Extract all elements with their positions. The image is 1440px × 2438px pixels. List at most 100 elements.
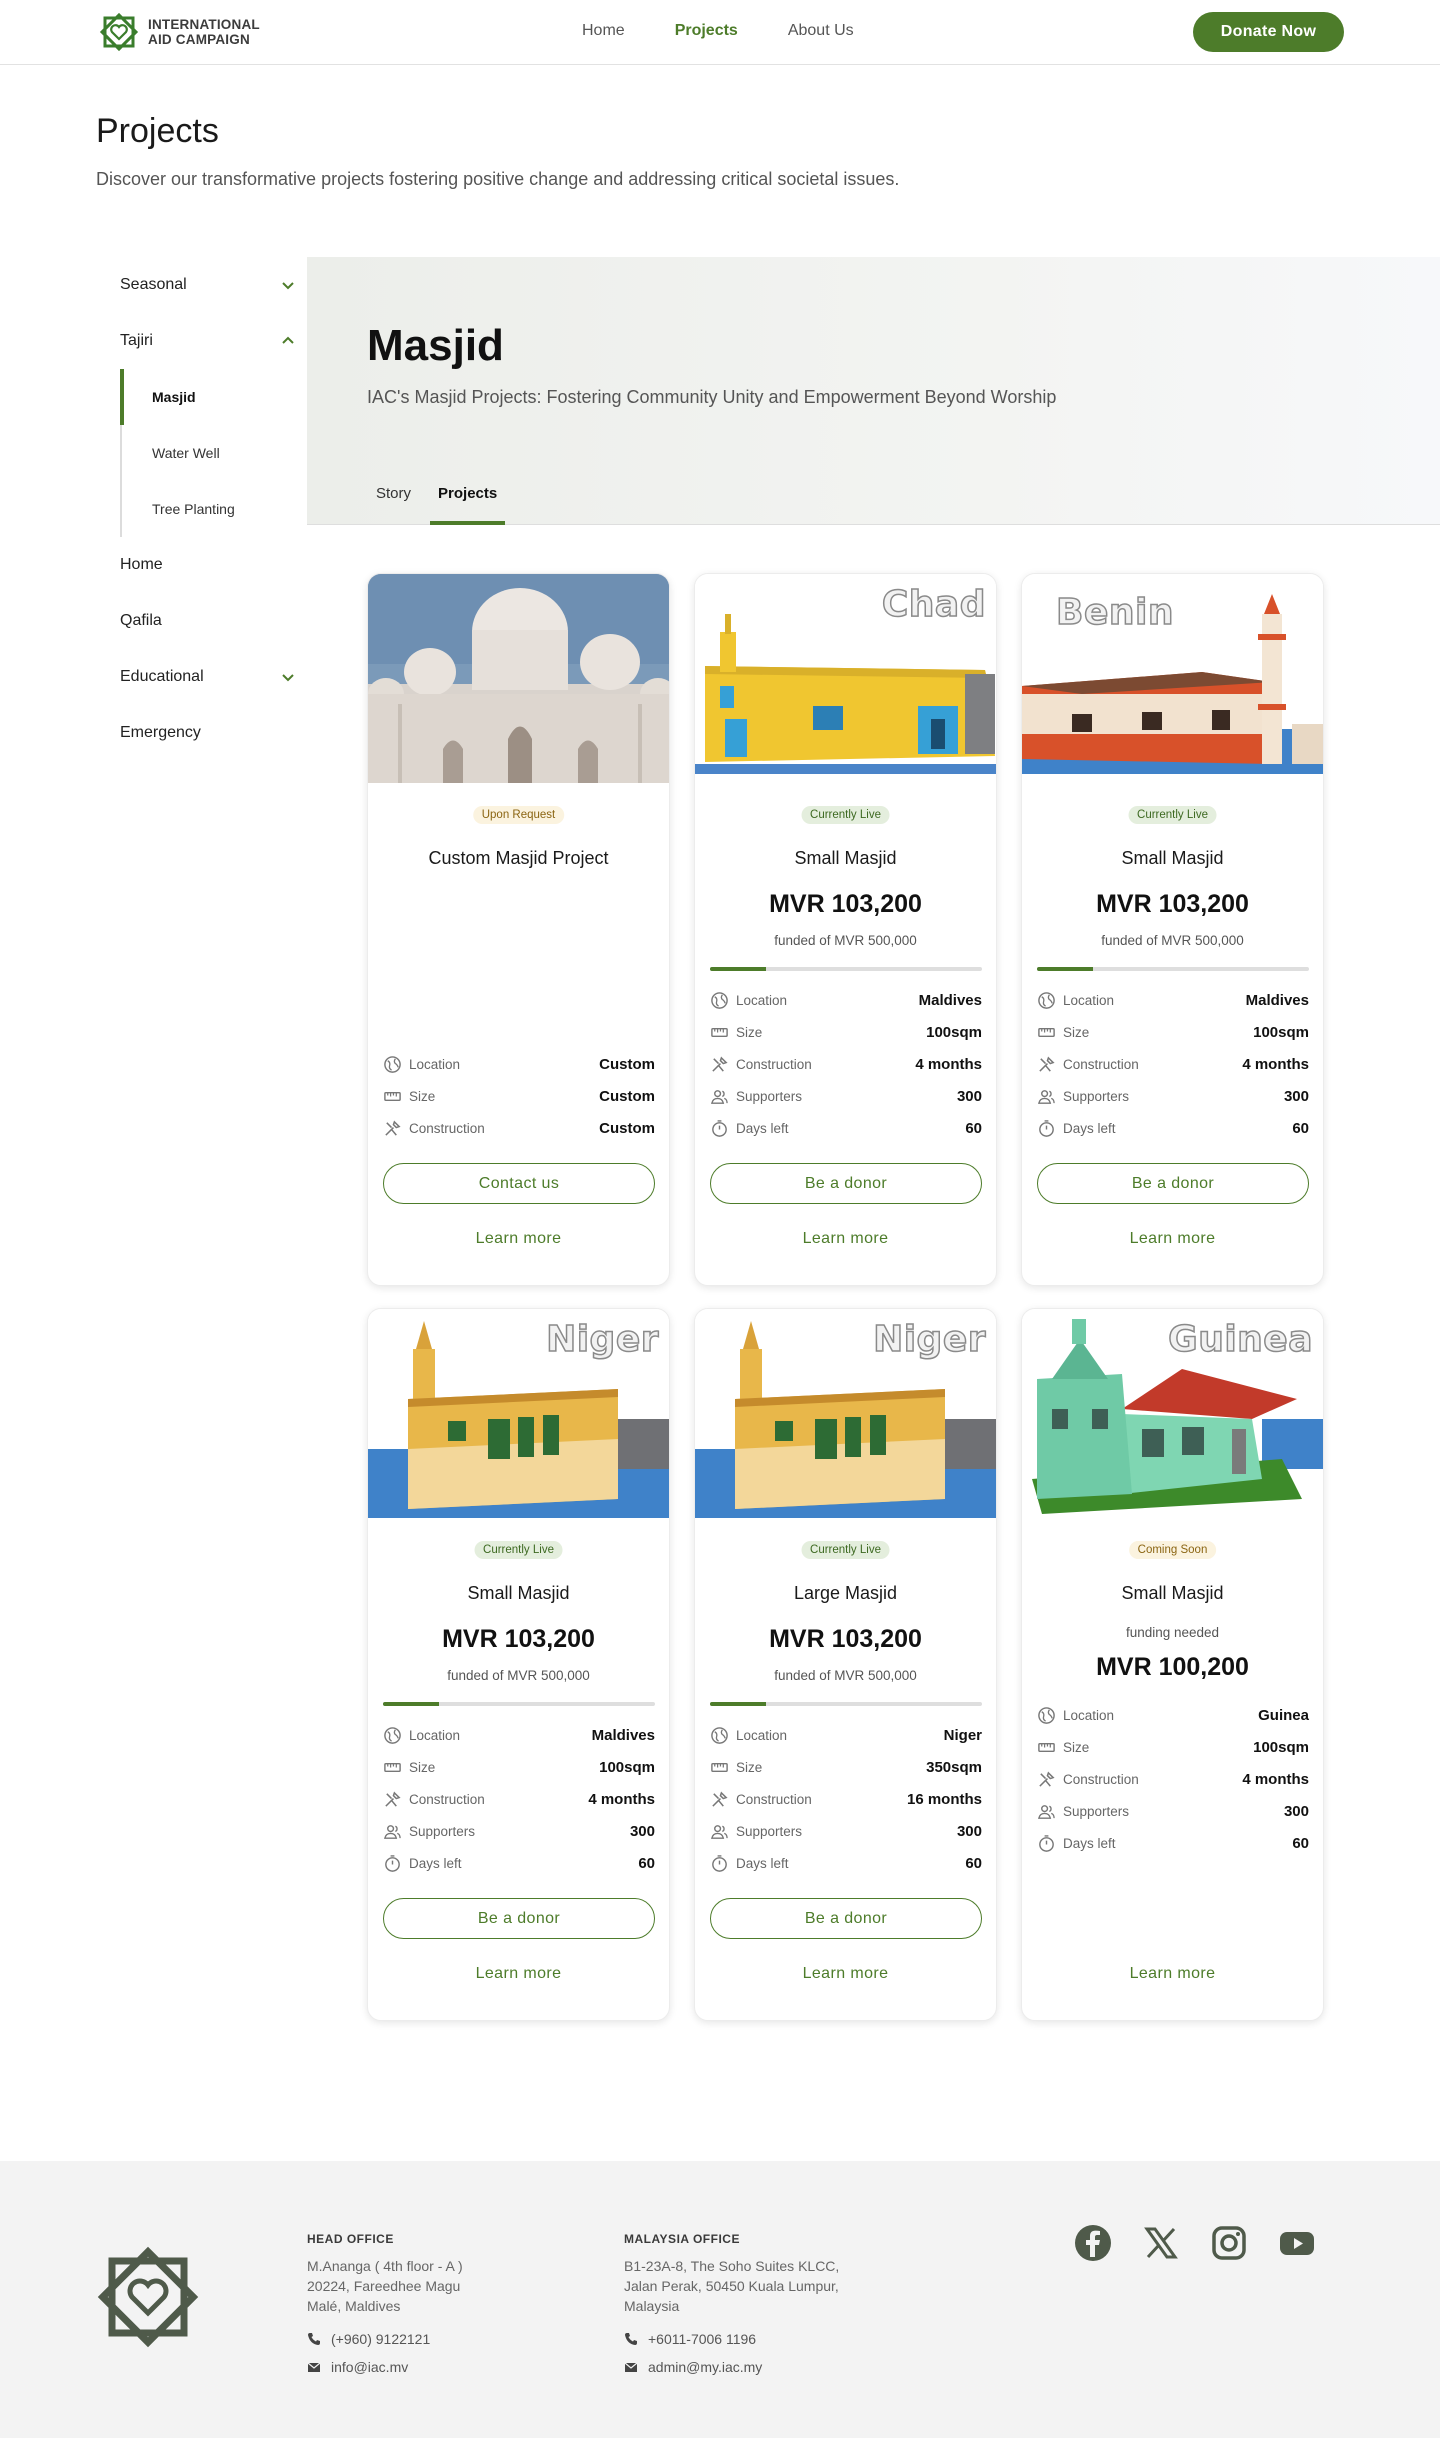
detail-label: Location bbox=[736, 992, 788, 1008]
project-title: Large Masjid bbox=[793, 1583, 898, 1603]
timer-icon bbox=[710, 1854, 729, 1873]
ruler-icon bbox=[383, 1758, 402, 1777]
funding-goal: funded of MVR 500,000 bbox=[1101, 933, 1244, 948]
location-value: Custom bbox=[599, 1055, 655, 1073]
logo-line2: AID CAMPAIGN bbox=[148, 32, 250, 47]
malaysia-office-phone[interactable]: +6011-7006 1196 bbox=[624, 2328, 884, 2350]
detail-label: Size bbox=[736, 1024, 763, 1040]
donate-now-button[interactable]: Donate Now bbox=[1193, 12, 1344, 52]
learn-more-link[interactable]: Learn more bbox=[695, 1965, 996, 1983]
country-label: Niger bbox=[545, 1318, 659, 1361]
mail-icon bbox=[307, 2362, 321, 2372]
be-a-donor-button[interactable]: Be a donor bbox=[710, 1163, 982, 1204]
x-icon[interactable] bbox=[1141, 2223, 1181, 2263]
chevron-down-icon bbox=[282, 282, 294, 290]
logo[interactable]: INTERNATIONAL AID CAMPAIGN bbox=[96, 9, 260, 55]
logo-line1: INTERNATIONAL bbox=[148, 17, 260, 32]
learn-more-link[interactable]: Learn more bbox=[1022, 1965, 1323, 1983]
sidebar-item-tajiri[interactable]: Tajiri bbox=[96, 313, 306, 369]
head-office-email[interactable]: info@iac.mv bbox=[307, 2356, 567, 2378]
funding-progress bbox=[383, 1702, 655, 1706]
funding-progress-fill bbox=[1037, 967, 1094, 971]
status-badge: Upon Request bbox=[472, 806, 565, 824]
sidebar-item-qafila[interactable]: Qafila bbox=[96, 593, 306, 649]
sidebar-subitem-water-well[interactable]: Water Well bbox=[122, 425, 306, 481]
learn-more-link[interactable]: Learn more bbox=[368, 1230, 669, 1248]
learn-more-link[interactable]: Learn more bbox=[368, 1965, 669, 1983]
globe-icon bbox=[383, 1055, 402, 1074]
funding-progress bbox=[710, 967, 982, 971]
be-a-donor-button[interactable]: Be a donor bbox=[710, 1898, 982, 1939]
page-title: Projects bbox=[96, 112, 219, 150]
project-card: Guinea Coming Soon Small Masjid funding … bbox=[1021, 1308, 1324, 2021]
sidebar-item-seasonal[interactable]: Seasonal bbox=[96, 257, 306, 313]
youtube-icon[interactable] bbox=[1277, 2223, 1317, 2263]
size-value: Custom bbox=[599, 1087, 655, 1105]
construction-value: 16 months bbox=[906, 1790, 982, 1808]
sidebar-item-educational[interactable]: Educational bbox=[96, 649, 306, 705]
country-label: Niger bbox=[872, 1318, 986, 1361]
instagram-icon[interactable] bbox=[1209, 2223, 1249, 2263]
project-title: Small Masjid bbox=[1121, 848, 1224, 868]
detail-label: Supporters bbox=[1063, 1088, 1130, 1104]
detail-label: Days left bbox=[736, 1855, 789, 1871]
project-image bbox=[368, 574, 669, 783]
location-value: Maldives bbox=[1245, 991, 1309, 1009]
tab-projects[interactable]: Projects bbox=[430, 477, 506, 525]
days-left-value: 60 bbox=[1292, 1834, 1309, 1852]
size-value: 100sqm bbox=[599, 1758, 655, 1776]
funding-goal: funded of MVR 500,000 bbox=[447, 1668, 590, 1683]
supporters-value: 300 bbox=[956, 1087, 982, 1105]
project-card: Upon Request Custom Masjid Project Locat… bbox=[367, 573, 670, 1286]
sidebar-subitem-masjid[interactable]: Masjid bbox=[120, 369, 306, 425]
sidebar-item-label: Seasonal bbox=[120, 276, 187, 293]
project-image: Niger bbox=[695, 1309, 996, 1518]
country-label: Benin bbox=[1055, 591, 1174, 634]
ruler-icon bbox=[1037, 1738, 1056, 1757]
head-office-phone[interactable]: (+960) 9122121 bbox=[307, 2328, 567, 2350]
globe-icon bbox=[1037, 1706, 1056, 1725]
funding-goal: funded of MVR 500,000 bbox=[774, 933, 917, 948]
sidebar-item-label: Tajiri bbox=[120, 332, 153, 349]
malaysia-office: MALAYSIA OFFICE B1-23A-8, The Soho Suite… bbox=[624, 2232, 884, 2378]
detail-label: Days left bbox=[1063, 1120, 1116, 1136]
site-header: INTERNATIONAL AID CAMPAIGN Home Projects… bbox=[0, 0, 1440, 65]
nav-projects[interactable]: Projects bbox=[675, 22, 738, 40]
construction-value: Custom bbox=[599, 1119, 655, 1137]
detail-label: Supporters bbox=[1063, 1803, 1130, 1819]
detail-label: Location bbox=[1063, 1707, 1115, 1723]
facebook-icon[interactable] bbox=[1073, 2223, 1113, 2263]
funded-amount: MVR 103,200 bbox=[1096, 890, 1249, 918]
sidebar-item-label: Qafila bbox=[120, 612, 162, 629]
phone-icon bbox=[308, 2333, 320, 2345]
address-line: Jalan Perak, 50450 Kuala Lumpur, bbox=[624, 2278, 839, 2294]
timer-icon bbox=[710, 1119, 729, 1138]
learn-more-link[interactable]: Learn more bbox=[695, 1230, 996, 1248]
sidebar-item-label: Educational bbox=[120, 668, 204, 685]
sidebar-item-emergency[interactable]: Emergency bbox=[96, 705, 306, 761]
tab-story[interactable]: Story bbox=[367, 477, 420, 525]
globe-icon bbox=[710, 1726, 729, 1745]
sidebar-item-home[interactable]: Home bbox=[96, 537, 306, 593]
location-value: Maldives bbox=[591, 1726, 655, 1744]
funding-progress-fill bbox=[710, 967, 767, 971]
detail-label: Size bbox=[409, 1759, 436, 1775]
construction-value: 4 months bbox=[1242, 1055, 1309, 1073]
malaysia-office-email[interactable]: admin@my.iac.my bbox=[624, 2356, 884, 2378]
sidebar-subitem-tree-planting[interactable]: Tree Planting bbox=[122, 481, 306, 537]
nav-about-us[interactable]: About Us bbox=[788, 22, 854, 40]
project-details: Location Maldives Size 100sqm Construction… bbox=[383, 1719, 655, 1879]
users-icon bbox=[710, 1087, 729, 1106]
project-details: Location Custom Size Custom Construction Cu… bbox=[383, 1048, 655, 1144]
learn-more-link[interactable]: Learn more bbox=[1022, 1230, 1323, 1248]
be-a-donor-button[interactable]: Be a donor bbox=[1037, 1163, 1309, 1204]
detail-label: Supporters bbox=[409, 1823, 476, 1839]
contact-us-button[interactable]: Contact us bbox=[383, 1163, 655, 1204]
hero-tabs: Story Projects bbox=[367, 477, 506, 525]
malaysia-office-address: B1-23A-8, The Soho Suites KLCC, Jalan Pe… bbox=[624, 2256, 884, 2316]
nav-home[interactable]: Home bbox=[582, 22, 625, 40]
be-a-donor-button[interactable]: Be a donor bbox=[383, 1898, 655, 1939]
construction-value: 4 months bbox=[588, 1790, 655, 1808]
days-left-value: 60 bbox=[1292, 1119, 1309, 1137]
sidebar-item-label: Home bbox=[120, 556, 163, 573]
